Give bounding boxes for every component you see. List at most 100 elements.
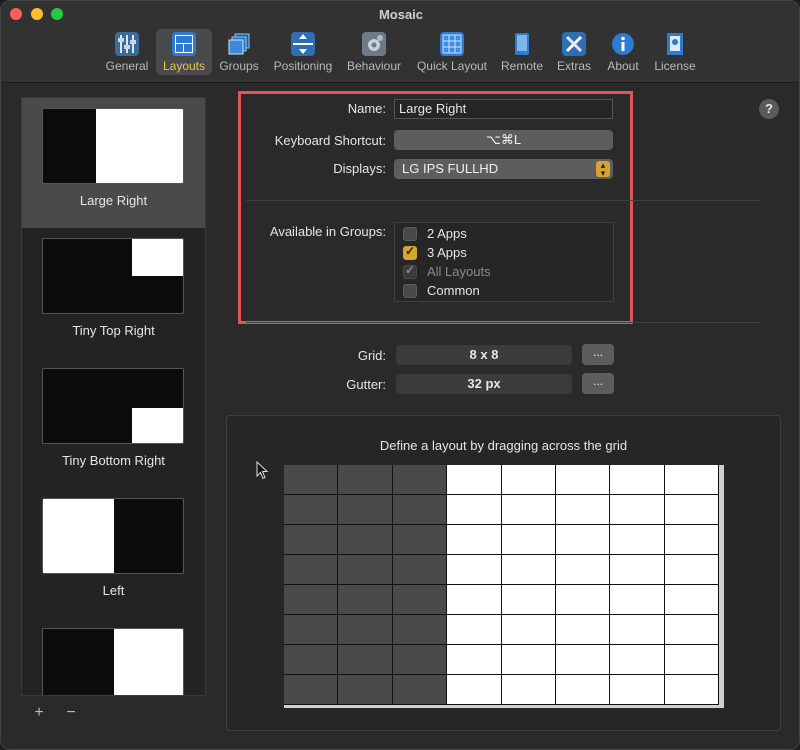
grid-cell[interactable] [284, 585, 338, 615]
grid-cell[interactable] [447, 525, 502, 555]
layout-item-label: Tiny Bottom Right [62, 453, 165, 468]
grid-cell[interactable] [556, 645, 610, 675]
grid-cell[interactable] [556, 585, 610, 615]
grid-cell[interactable] [284, 555, 338, 585]
tab-groups[interactable]: Groups [218, 29, 260, 75]
add-layout-button[interactable]: + [29, 704, 49, 722]
grid-cell[interactable] [447, 615, 502, 645]
grid-options-button[interactable]: ... [582, 344, 614, 365]
grid-cell[interactable] [665, 615, 719, 645]
grid-cell[interactable] [447, 465, 502, 495]
name-field[interactable]: Large Right [394, 99, 613, 119]
grid-cell[interactable] [393, 555, 447, 585]
grid-cell[interactable] [502, 555, 556, 585]
grid-cell[interactable] [447, 675, 502, 705]
tab-layouts[interactable]: Layouts [156, 29, 212, 75]
grid-cell[interactable] [556, 615, 610, 645]
tab-quick-layout[interactable]: Quick Layout [415, 29, 489, 75]
grid-cell[interactable] [393, 675, 447, 705]
grid-cell[interactable] [502, 525, 556, 555]
grid-cell[interactable] [447, 645, 502, 675]
grid-cell[interactable] [610, 525, 665, 555]
grid-cell[interactable] [556, 465, 610, 495]
layout-item-left[interactable]: Left [22, 488, 205, 618]
grid-cell[interactable] [284, 615, 338, 645]
grid-cell[interactable] [447, 555, 502, 585]
grid-cell[interactable] [284, 495, 338, 525]
layout-item-large-right[interactable]: Large Right [22, 98, 205, 228]
grid-cell[interactable] [665, 675, 719, 705]
tab-positioning[interactable]: Positioning [271, 29, 335, 75]
tab-general[interactable]: General [105, 29, 149, 75]
grid-cell[interactable] [338, 525, 393, 555]
gutter-label: Gutter: [346, 377, 386, 392]
tab-license[interactable]: License [652, 29, 698, 75]
title-bar: Mosaic General Layouts Groups Positionin… [1, 1, 799, 83]
displays-popup[interactable]: LG IPS FULLHD ▴ ▾ [394, 159, 613, 179]
remove-layout-button[interactable]: − [61, 704, 81, 722]
grid-size-field[interactable]: 8 x 8 [396, 345, 572, 365]
grid-cell[interactable] [338, 615, 393, 645]
grid-cell[interactable] [610, 615, 665, 645]
grid-cell[interactable] [665, 525, 719, 555]
grid-cell[interactable] [502, 585, 556, 615]
grid-cell[interactable] [284, 645, 338, 675]
grid-cell[interactable] [502, 465, 556, 495]
layout-item-tiny-top-right[interactable]: Tiny Top Right [22, 228, 205, 358]
grid-cell[interactable] [610, 645, 665, 675]
grid-cell[interactable] [393, 495, 447, 525]
grid-cell[interactable] [610, 465, 665, 495]
grid-cell[interactable] [393, 615, 447, 645]
checkbox[interactable] [403, 227, 417, 241]
help-button[interactable]: ? [759, 99, 779, 119]
tab-extras[interactable]: Extras [554, 29, 594, 75]
grid-cell[interactable] [447, 585, 502, 615]
grid-cell[interactable] [610, 675, 665, 705]
grid-cell[interactable] [502, 675, 556, 705]
grid-cell[interactable] [338, 465, 393, 495]
grid-cell[interactable] [556, 555, 610, 585]
grid-cell[interactable] [665, 585, 719, 615]
grid-cell[interactable] [665, 645, 719, 675]
grid-cell[interactable] [338, 555, 393, 585]
checkbox[interactable] [403, 284, 417, 298]
grid-cell[interactable] [665, 495, 719, 525]
grid-cell[interactable] [338, 675, 393, 705]
grid-cell[interactable] [284, 675, 338, 705]
grid-cell[interactable] [338, 645, 393, 675]
gutter-options-button[interactable]: ... [582, 373, 614, 394]
tab-remote[interactable]: Remote [499, 29, 545, 75]
grid-cell[interactable] [393, 585, 447, 615]
tab-behaviour-label: Behaviour [346, 59, 402, 73]
keyboard-shortcut-field[interactable]: ⌥⌘L [394, 130, 613, 150]
grid-cell[interactable] [502, 615, 556, 645]
layout-grid[interactable] [284, 465, 724, 708]
grid-cell[interactable] [284, 465, 338, 495]
license-icon [663, 32, 687, 56]
chevron-up-down-icon: ▴ ▾ [596, 161, 610, 178]
tab-quick-layout-label: Quick Layout [416, 59, 488, 73]
grid-cell[interactable] [665, 465, 719, 495]
grid-cell[interactable] [556, 495, 610, 525]
grid-cell[interactable] [338, 585, 393, 615]
grid-cell[interactable] [502, 645, 556, 675]
layout-thumbnail [42, 368, 184, 444]
grid-cell[interactable] [393, 645, 447, 675]
layout-item-tiny-bottom-right[interactable]: Tiny Bottom Right [22, 358, 205, 488]
grid-cell[interactable] [665, 555, 719, 585]
grid-cell[interactable] [610, 585, 665, 615]
grid-cell[interactable] [556, 675, 610, 705]
grid-cell[interactable] [447, 495, 502, 525]
tab-behaviour[interactable]: Behaviour [345, 29, 403, 75]
grid-cell[interactable] [610, 555, 665, 585]
grid-cell[interactable] [393, 525, 447, 555]
grid-cell[interactable] [610, 495, 665, 525]
checkbox[interactable]: ✓ [403, 244, 417, 260]
grid-cell[interactable] [556, 525, 610, 555]
grid-cell[interactable] [502, 495, 556, 525]
grid-cell[interactable] [393, 465, 447, 495]
grid-cell[interactable] [338, 495, 393, 525]
grid-cell[interactable] [284, 525, 338, 555]
tab-about[interactable]: About [603, 29, 643, 75]
gutter-field[interactable]: 32 px [396, 374, 572, 394]
